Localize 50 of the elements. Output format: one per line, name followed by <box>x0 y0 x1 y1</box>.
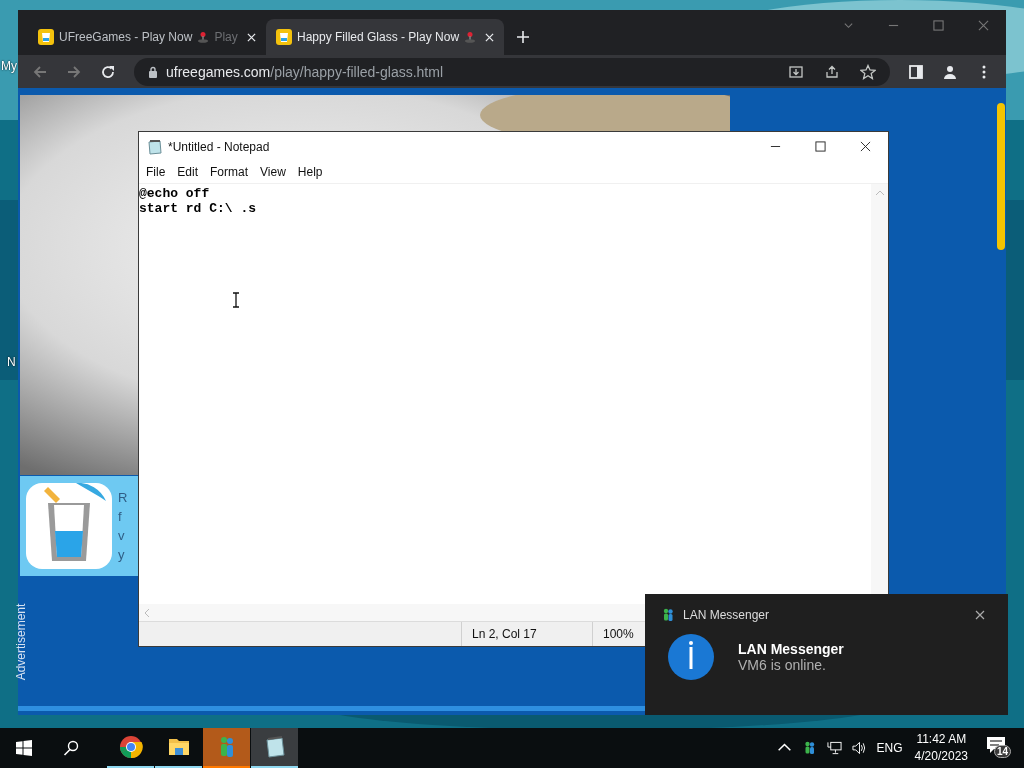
favicon-icon <box>38 29 54 45</box>
new-tab-icon[interactable] <box>516 30 530 44</box>
ad-text: f <box>118 508 123 526</box>
taskbar-app[interactable] <box>251 728 298 768</box>
notification-title: LAN Messenger <box>738 641 844 657</box>
tab-title: Happy Filled Glass - Play Now <box>297 30 460 44</box>
clock[interactable]: 11:42 AM 4/20/2023 <box>914 731 968 765</box>
advertisement-label: Advertisement <box>14 603 29 681</box>
windows-logo-icon[interactable] <box>16 740 32 756</box>
text-line: @echo off <box>139 186 211 201</box>
people-icon <box>661 608 675 622</box>
app-name: LAN Messenger <box>683 608 770 622</box>
ad-text: R <box>118 489 128 507</box>
zoom-level: 100% <box>592 622 634 646</box>
notification-message: VM6 is online. <box>738 657 827 673</box>
text-line: start rd C:\ .s <box>139 201 258 216</box>
browser-tab[interactable]: UFreeGames - Play Now Play <box>28 19 266 55</box>
desktop-icon-label[interactable]: N <box>7 355 16 369</box>
search-icon[interactable] <box>63 740 79 756</box>
favicon-icon <box>276 29 292 45</box>
menu-item[interactable]: File <box>140 165 172 179</box>
browser-tab[interactable]: Happy Filled Glass - Play Now <box>266 19 504 55</box>
app-icon[interactable] <box>26 483 112 569</box>
cursor-position: Ln 2, Col 17 <box>461 622 592 646</box>
notepad-icon <box>147 138 163 155</box>
language-indicator[interactable]: ENG <box>876 741 903 755</box>
text-cursor-icon <box>232 292 240 308</box>
chrome-logo-icon <box>118 735 143 759</box>
notification-toast[interactable]: LAN Messenger LAN Messenger VM6 is online. <box>645 594 1008 715</box>
address-bar[interactable]: ufreegames.com/play/happy-filled-glass.html <box>134 57 890 86</box>
menu-item[interactable]: View <box>254 165 292 179</box>
ad-card[interactable]: R f v y <box>20 476 138 576</box>
menu-item[interactable]: Edit <box>171 165 205 179</box>
menu-item[interactable]: Format <box>204 165 255 179</box>
info-icon <box>668 634 714 680</box>
tab-title: Play <box>214 30 238 44</box>
notification-count-badge: 14 <box>994 745 1012 758</box>
joystick-icon <box>464 31 477 43</box>
close-icon[interactable] <box>975 610 985 620</box>
window-title: *Untitled - Notepad <box>168 139 270 154</box>
network-icon[interactable] <box>826 741 842 755</box>
tab-title: UFreeGames - Play Now <box>59 30 193 44</box>
volume-icon[interactable] <box>851 741 867 755</box>
joystick-icon <box>197 31 210 43</box>
lock-icon[interactable] <box>148 65 158 78</box>
url-text: ufreegames.com/play/happy-filled-glass.html <box>166 63 445 80</box>
ad-text: y <box>118 546 126 564</box>
ad-text: v <box>118 527 126 545</box>
scrollbar-thumb[interactable] <box>997 103 1005 250</box>
menu-item[interactable]: Help <box>291 165 329 179</box>
